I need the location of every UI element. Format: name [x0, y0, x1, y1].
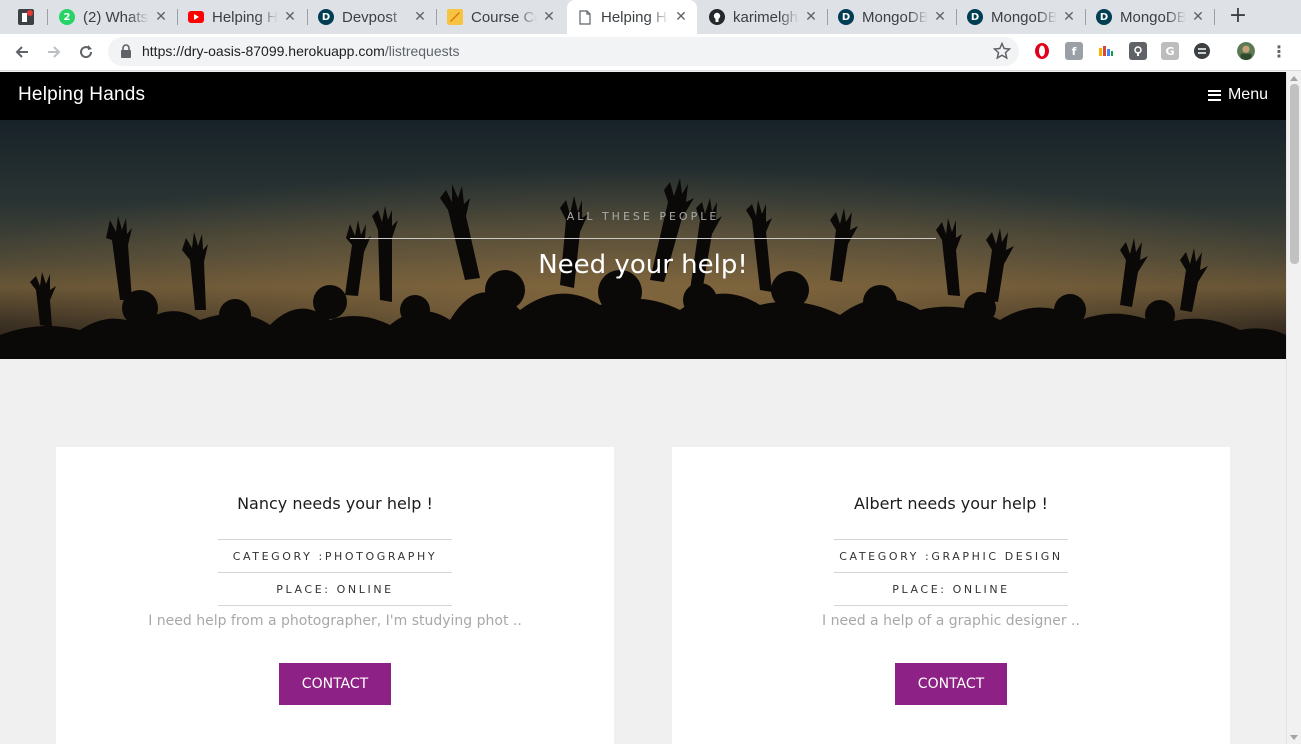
- scrollbar-thumb[interactable]: [1290, 84, 1299, 264]
- request-heading: Nancy needs your help !: [237, 494, 433, 513]
- hero-banner: ALL THESE PEOPLE Need your help!: [0, 120, 1286, 359]
- tab-whatsapp[interactable]: 2 (2) WhatsApp ✕: [49, 0, 177, 34]
- request-place: PLACE: ONLINE: [834, 572, 1068, 606]
- facebook-extension-icon[interactable]: f: [1065, 42, 1083, 60]
- close-icon[interactable]: ✕: [541, 9, 557, 25]
- color-extension-icon[interactable]: [1097, 42, 1115, 60]
- tab-mongodb[interactable]: D MongoDB ✕: [828, 0, 956, 34]
- close-icon[interactable]: ✕: [1190, 9, 1206, 25]
- scroll-down-arrow-icon[interactable]: [1290, 735, 1298, 740]
- arrow-left-icon: [15, 46, 28, 58]
- scroll-up-arrow-icon[interactable]: [1290, 76, 1298, 81]
- tab-youtube[interactable]: Helping Hands ✕: [178, 0, 306, 34]
- tab-title: Course Content: [471, 8, 537, 26]
- menu-button[interactable]: Menu: [1207, 86, 1268, 104]
- url-host: https://dry-oasis-87099.herokuapp.com: [142, 43, 385, 59]
- browser-toolbar: https://dry-oasis-87099.herokuapp.com/li…: [0, 34, 1301, 71]
- hero-kicker: ALL THESE PEOPLE: [566, 210, 720, 223]
- contact-button[interactable]: CONTACT: [279, 663, 391, 705]
- request-category: CATEGORY :GRAPHIC DESIGN: [834, 539, 1068, 573]
- tab-helping-hands-active[interactable]: Helping Hands ✕: [567, 0, 697, 34]
- reload-button[interactable]: [74, 40, 98, 64]
- close-icon[interactable]: ✕: [412, 9, 428, 25]
- request-card: Nancy needs your help ! CATEGORY :PHOTOG…: [56, 447, 614, 744]
- tab-course-content[interactable]: Course Content ✕: [437, 0, 565, 34]
- tab-extension[interactable]: [8, 0, 48, 34]
- course-icon: [447, 9, 463, 25]
- opera-extension-icon[interactable]: [1033, 42, 1051, 60]
- lock-icon: [121, 44, 131, 58]
- tab-title: MongoDB: [1120, 8, 1186, 26]
- youtube-icon: [188, 9, 204, 25]
- request-description: I need a help of a graphic designer ..: [822, 613, 1080, 629]
- close-icon[interactable]: ✕: [153, 9, 169, 25]
- menu-label: Menu: [1227, 86, 1268, 103]
- browser-tab-strip: 2 (2) WhatsApp ✕ Helping Hands ✕ D Devpo…: [0, 0, 1301, 34]
- layers-extension-icon[interactable]: [1193, 42, 1211, 60]
- close-icon[interactable]: ✕: [673, 9, 689, 25]
- request-place: PLACE: ONLINE: [218, 572, 452, 606]
- hero-divider: [350, 238, 936, 239]
- tab-title: Helping Hands: [212, 8, 278, 26]
- document-icon: [577, 9, 593, 25]
- request-description: I need help from a photographer, I'm stu…: [148, 613, 522, 629]
- tab-title: MongoDB: [862, 8, 928, 26]
- close-icon[interactable]: ✕: [932, 9, 948, 25]
- profile-avatar[interactable]: [1237, 42, 1255, 60]
- notification-extension-icon: [18, 9, 34, 25]
- tab-title: Devpost: [342, 8, 398, 26]
- bookmark-star-icon[interactable]: [993, 42, 1011, 60]
- tab-mongodb[interactable]: D MongoDB ✕: [957, 0, 1085, 34]
- new-tab-button[interactable]: +: [1226, 5, 1250, 29]
- devpost-icon: D: [838, 9, 854, 25]
- arrow-right-icon: [48, 46, 61, 58]
- site-navbar: Helping Hands Menu: [0, 72, 1286, 120]
- request-card: Albert needs your help ! CATEGORY :GRAPH…: [672, 447, 1230, 744]
- devpost-icon: D: [1096, 9, 1112, 25]
- tab-title: (2) WhatsApp: [83, 8, 149, 26]
- request-heading: Albert needs your help !: [854, 494, 1048, 513]
- password-extension-icon[interactable]: [1129, 42, 1147, 60]
- tab-title: MongoDB: [991, 8, 1057, 26]
- tab-mongodb[interactable]: D MongoDB ✕: [1086, 0, 1214, 34]
- back-button[interactable]: [10, 40, 34, 64]
- kebab-menu-icon[interactable]: ⋮: [1270, 42, 1288, 61]
- page-viewport: Helping Hands Menu ALL THESE PEOPLE Need…: [0, 72, 1286, 744]
- url-path: /listrequests: [384, 43, 460, 59]
- tab-devpost[interactable]: D Devpost ✕: [308, 0, 436, 34]
- page-scrollbar[interactable]: [1286, 72, 1301, 744]
- github-icon: [709, 9, 725, 25]
- site-brand[interactable]: Helping Hands: [18, 84, 145, 106]
- close-icon[interactable]: ✕: [803, 9, 819, 25]
- forward-button[interactable]: [42, 40, 66, 64]
- grammar-extension-icon[interactable]: G: [1161, 42, 1179, 60]
- hamburger-icon: [1207, 89, 1221, 101]
- address-bar[interactable]: https://dry-oasis-87099.herokuapp.com/li…: [108, 37, 1019, 66]
- whatsapp-icon: 2: [59, 9, 75, 25]
- tab-title: karimelghazouly: [733, 8, 799, 26]
- close-icon[interactable]: ✕: [1061, 9, 1077, 25]
- close-icon[interactable]: ✕: [282, 9, 298, 25]
- devpost-icon: D: [318, 9, 334, 25]
- tab-github[interactable]: karimelghazouly ✕: [699, 0, 827, 34]
- hero-title: Need your help!: [538, 250, 748, 280]
- devpost-icon: D: [967, 9, 983, 25]
- request-category: CATEGORY :PHOTOGRAPHY: [218, 539, 452, 573]
- tab-title: Helping Hands: [601, 8, 669, 26]
- contact-button[interactable]: CONTACT: [895, 663, 1007, 705]
- reload-icon: [80, 45, 93, 59]
